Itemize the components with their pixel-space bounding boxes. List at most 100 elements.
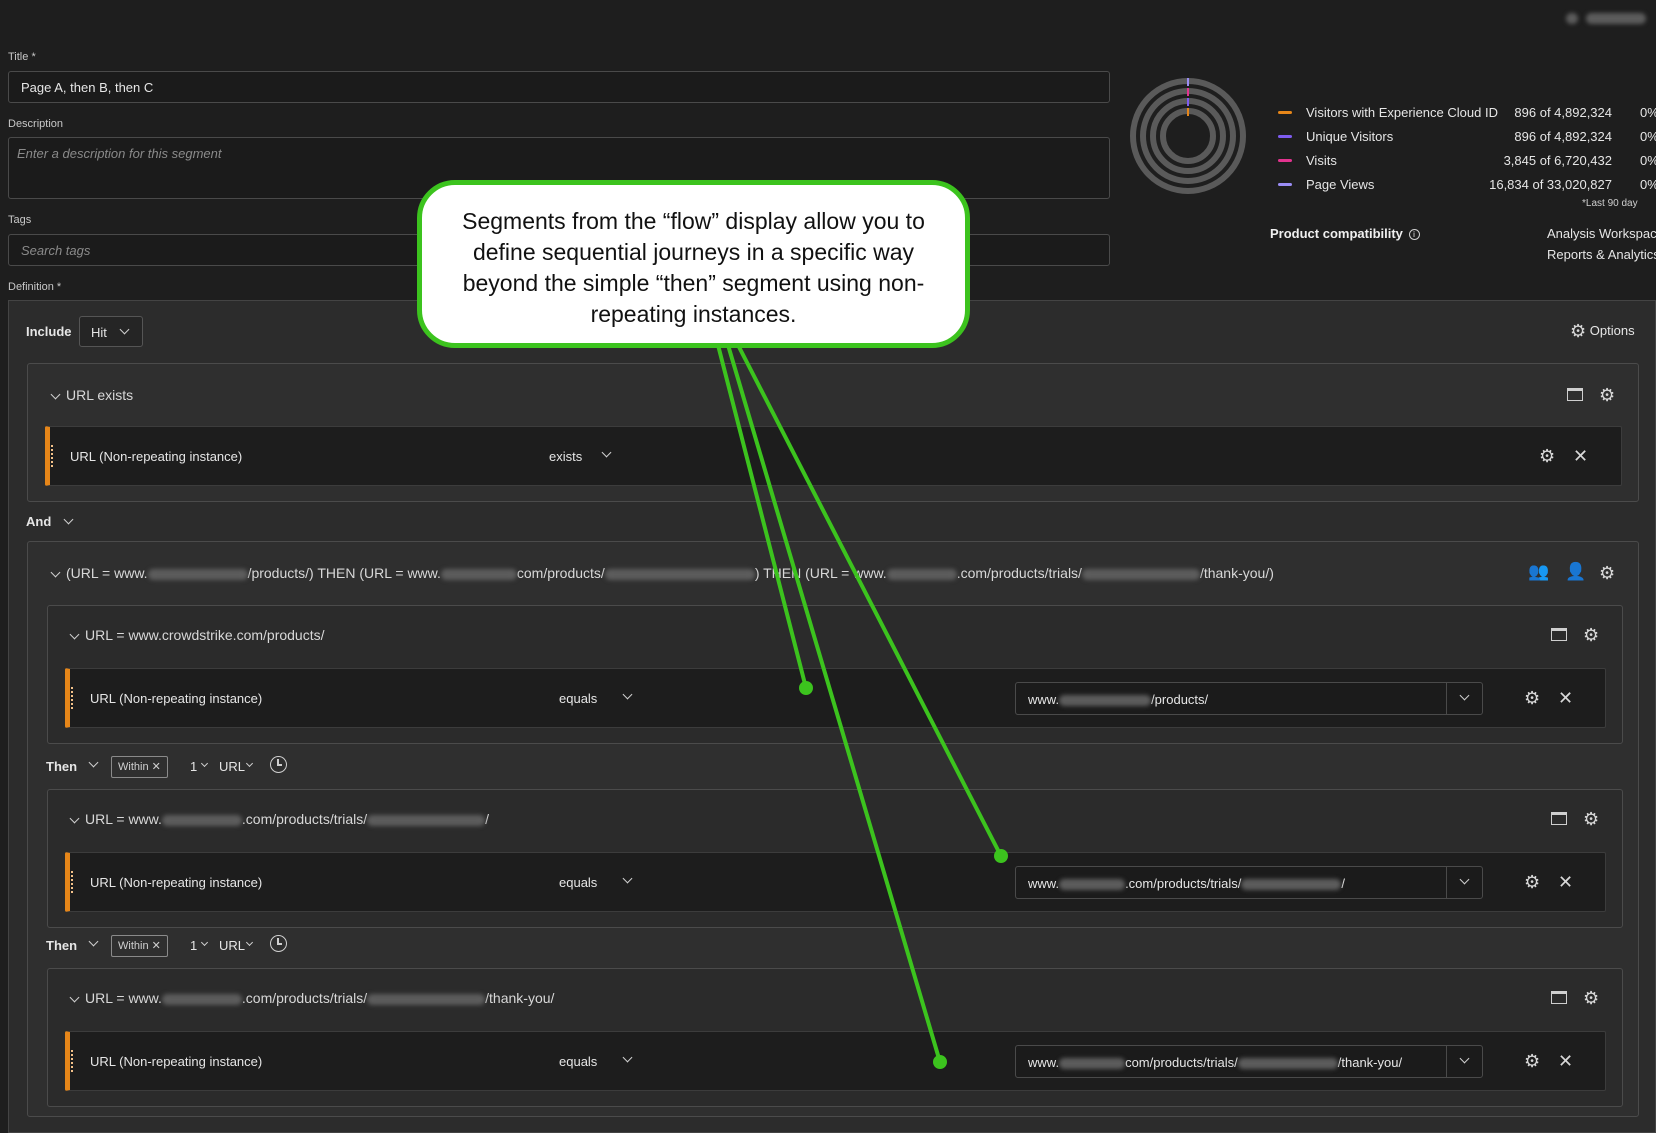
options-button[interactable]: ⚙ Options (1570, 322, 1635, 340)
visitor-scope-icon[interactable]: 👤 (1565, 562, 1586, 582)
value-chevron-icon[interactable] (1459, 874, 1470, 885)
within-count[interactable]: 1 (190, 938, 197, 953)
legend-label: Visitors with Experience Cloud ID (1306, 105, 1498, 120)
remove-rule-icon[interactable]: ✕ (1558, 873, 1573, 891)
rule-gear-icon[interactable]: ⚙ (1539, 447, 1555, 465)
operator-chevron-icon[interactable] (622, 873, 633, 884)
then-row-2: Then Within ✕ 1 URL (46, 933, 346, 959)
remove-rule-icon[interactable]: ✕ (1558, 1052, 1573, 1070)
collapse-chevron-icon[interactable] (69, 813, 80, 824)
rule-row: URL (Non-repeating instance) exists ⚙ ✕ (45, 426, 1622, 486)
operator-chevron-icon[interactable] (622, 1052, 633, 1063)
collapse-chevron-icon[interactable] (50, 389, 61, 400)
remove-rule-icon[interactable]: ✕ (1558, 689, 1573, 707)
clock-icon[interactable] (270, 935, 287, 952)
container-gear-icon[interactable]: ⚙ (1583, 626, 1599, 644)
collapse-chevron-icon[interactable] (69, 992, 80, 1003)
definition-label: Definition * (8, 281, 62, 293)
scope-dropdown[interactable]: Hit (79, 316, 143, 347)
legend-label: Unique Visitors (1306, 129, 1394, 144)
within-unit[interactable]: URL (219, 759, 245, 774)
rule-value: www./products/ (1028, 692, 1209, 707)
unit-chevron-icon[interactable] (245, 938, 254, 947)
container-gear-icon[interactable]: ⚙ (1583, 810, 1599, 828)
value-chevron-icon[interactable] (1459, 690, 1470, 701)
drag-handle-icon[interactable] (71, 1050, 73, 1072)
drag-handle-icon[interactable] (71, 687, 73, 709)
container-gear-icon[interactable]: ⚙ (1599, 564, 1615, 582)
rule-value: www. com/products/trials//thank-you/ (1028, 1055, 1403, 1070)
rule-value-input[interactable]: www. com/products/trials//thank-you/ (1015, 1045, 1483, 1078)
drag-handle-icon[interactable] (71, 871, 73, 893)
legend-value: 3,845 of 6,720,432 (1503, 153, 1612, 168)
title-input[interactable]: Page A, then B, then C (8, 71, 1110, 103)
then-row-1: Then Within ✕ 1 URL (46, 754, 346, 780)
value-chevron-icon[interactable] (1459, 1053, 1470, 1064)
then-chevron-icon[interactable] (88, 936, 99, 947)
container-window-icon[interactable] (1551, 991, 1567, 1004)
info-icon[interactable]: i (1408, 229, 1420, 240)
drag-handle-icon[interactable] (51, 445, 53, 467)
within-count[interactable]: 1 (190, 759, 197, 774)
operator-chevron-icon[interactable] (601, 447, 612, 458)
summary-footnote: *Last 90 day (1582, 198, 1638, 209)
legend-swatch (1278, 111, 1292, 114)
annotation-callout: Segments from the “flow” display allow y… (417, 180, 970, 348)
within-chip[interactable]: Within ✕ (111, 756, 168, 778)
chevron-down-icon (119, 324, 130, 335)
legend-value: 896 of 4,892,324 (1514, 129, 1612, 144)
legend-pct: 0% (1640, 129, 1656, 144)
compat-reports-analytics: Reports & Analytics (1547, 247, 1656, 262)
rule-operator[interactable]: equals (559, 875, 597, 890)
rule-value: www. .com/products/trials// (1028, 876, 1346, 891)
chevron-down-icon (63, 514, 74, 525)
title-label: Title * (8, 51, 36, 63)
within-chip[interactable]: Within ✕ (111, 935, 168, 957)
close-icon[interactable]: ✕ (152, 761, 161, 773)
remove-rule-icon[interactable]: ✕ (1573, 447, 1588, 465)
rule-row: URL (Non-repeating instance) equals www.… (65, 668, 1606, 728)
and-operator-dropdown[interactable]: And (26, 514, 74, 529)
rule-row: URL (Non-repeating instance) equals www.… (65, 1031, 1606, 1091)
container-window-icon[interactable] (1551, 812, 1567, 825)
rule-gear-icon[interactable]: ⚙ (1524, 1052, 1540, 1070)
sequence-step-2: URL = www. .com/products/trials// ⚙ URL (… (47, 789, 1623, 928)
rule-gear-icon[interactable]: ⚙ (1524, 689, 1540, 707)
clock-icon[interactable] (270, 756, 287, 773)
rule-operator[interactable]: equals (559, 691, 597, 706)
close-icon[interactable]: ✕ (152, 940, 161, 952)
rule-operator[interactable]: equals (559, 1054, 597, 1069)
legend-row: Visits 3,845 of 6,720,432 0% (1278, 151, 1656, 175)
tags-label: Tags (8, 214, 32, 226)
gear-icon: ⚙ (1570, 321, 1587, 341)
rule-dimension: URL (Non-repeating instance) (90, 1054, 263, 1069)
collapse-chevron-icon[interactable] (50, 567, 61, 578)
rule-gear-icon[interactable]: ⚙ (1524, 873, 1540, 891)
count-chevron-icon[interactable] (200, 938, 209, 947)
visitors-scope-icon[interactable]: 👥 (1528, 562, 1549, 582)
legend-pct: 0% (1640, 177, 1656, 192)
rule-value-input[interactable]: www. .com/products/trials// (1015, 866, 1483, 899)
rule-operator[interactable]: exists (549, 449, 582, 464)
container-gear-icon[interactable]: ⚙ (1599, 386, 1615, 404)
within-unit[interactable]: URL (219, 938, 245, 953)
container-window-icon[interactable] (1551, 628, 1567, 641)
container-window-icon[interactable] (1567, 388, 1583, 401)
summary-legend: Visitors with Experience Cloud ID 896 of… (1278, 103, 1656, 199)
operator-chevron-icon[interactable] (622, 689, 633, 700)
user-name (1585, 13, 1646, 25)
sequence-step-3: URL = www. .com/products/trials//thank-yo… (47, 968, 1623, 1107)
container-gear-icon[interactable]: ⚙ (1583, 989, 1599, 1007)
rule-row: URL (Non-repeating instance) equals www.… (65, 852, 1606, 912)
count-chevron-icon[interactable] (200, 759, 209, 768)
summary-ring-chart (1130, 78, 1246, 194)
user-menu[interactable] (1566, 10, 1656, 25)
legend-value: 896 of 4,892,324 (1514, 105, 1612, 120)
unit-chevron-icon[interactable] (245, 759, 254, 768)
include-label: Include (26, 324, 72, 339)
collapse-chevron-icon[interactable] (69, 629, 80, 640)
description-label: Description (8, 118, 64, 130)
then-chevron-icon[interactable] (88, 757, 99, 768)
tags-placeholder: Search tags (21, 243, 91, 258)
rule-value-input[interactable]: www./products/ (1015, 682, 1483, 715)
